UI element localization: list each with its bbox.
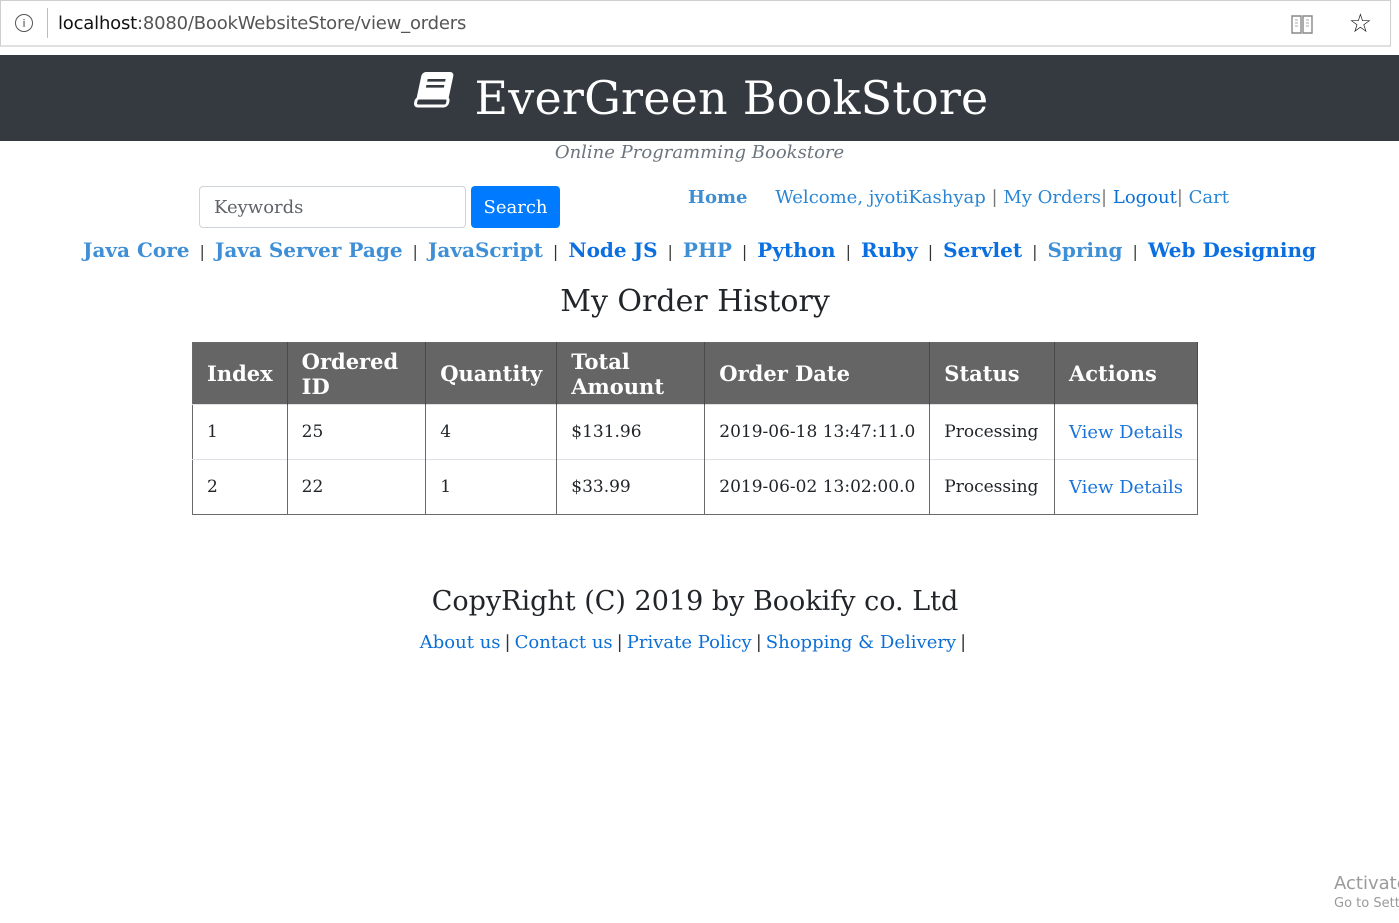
view-details-link[interactable]: View Details xyxy=(1069,422,1183,443)
cell-index: 2 xyxy=(192,459,288,515)
category-separator: | xyxy=(927,242,934,261)
favorite-star-icon[interactable]: ☆ xyxy=(1349,9,1372,39)
welcome-user-link[interactable]: Welcome, jyotiKashyap xyxy=(775,187,986,208)
cell-total-amount: $131.96 xyxy=(556,404,706,460)
reader-view-icon[interactable] xyxy=(1290,13,1314,35)
footer-link[interactable]: Private Policy xyxy=(627,632,752,653)
brand-title[interactable]: EverGreen BookStore xyxy=(475,71,989,125)
cell-quantity: 4 xyxy=(425,404,558,460)
column-header-index: Index xyxy=(192,342,288,405)
category-link[interactable]: Servlet xyxy=(943,238,1022,262)
address-separator xyxy=(47,8,48,38)
cell-status: Processing xyxy=(929,404,1055,460)
category-link[interactable]: PHP xyxy=(683,238,732,262)
category-separator: | xyxy=(199,242,205,261)
footer-link[interactable]: About us xyxy=(420,632,501,653)
footer-separator: | xyxy=(755,632,762,653)
category-separator: | xyxy=(741,242,748,261)
cell-actions: View Details xyxy=(1054,459,1199,515)
cell-status: Processing xyxy=(929,459,1055,515)
view-details-link[interactable]: View Details xyxy=(1069,477,1183,498)
category-link[interactable]: Node JS xyxy=(568,238,657,262)
cell-order-id: 22 xyxy=(287,459,427,515)
column-header-quantity: Quantity xyxy=(425,342,558,405)
search-input[interactable] xyxy=(199,186,466,228)
watermark-line-2: Go to Settings xyxy=(1334,896,1399,911)
category-link[interactable]: Python xyxy=(757,238,835,262)
column-header-total-amount: Total Amount xyxy=(556,342,706,405)
site-header: EverGreen BookStore xyxy=(0,55,1399,141)
my-orders-link[interactable]: My Orders xyxy=(1003,187,1101,208)
logout-link[interactable]: Logout xyxy=(1113,187,1177,208)
category-link[interactable]: Ruby xyxy=(861,238,918,262)
nav-separator: | xyxy=(991,187,998,208)
category-link[interactable]: JavaScript xyxy=(428,238,543,262)
column-header-order-date: Order Date xyxy=(704,342,931,405)
category-link[interactable]: Java Server Page xyxy=(215,238,403,262)
category-link[interactable]: Spring xyxy=(1047,238,1122,262)
nav-separator: | xyxy=(1101,187,1108,208)
cell-quantity: 1 xyxy=(425,459,558,515)
search-button[interactable]: Search xyxy=(471,186,560,228)
copyright-text: CopyRight (C) 2019 by Bookify co. Ltd xyxy=(431,586,959,617)
info-icon[interactable]: i xyxy=(15,14,33,32)
category-link[interactable]: Java Core xyxy=(83,238,189,262)
category-separator: | xyxy=(412,242,418,261)
table-row: 1 25 4 $131.96 2019-06-18 13:47:11.0 Pro… xyxy=(192,404,1199,460)
browser-address-bar: i localhost:8080/BookWebsiteStore/view_o… xyxy=(0,0,1391,47)
table-header-row: Index Ordered ID Quantity Total Amount O… xyxy=(192,342,1199,405)
footer-separator: | xyxy=(504,632,511,653)
cell-order-id: 25 xyxy=(287,404,427,460)
table-row: 2 22 1 $33.99 2019-06-02 13:02:00.0 Proc… xyxy=(192,459,1199,515)
top-nav: Home Welcome, jyotiKashyap | My Orders| … xyxy=(688,187,1229,208)
cart-link[interactable]: Cart xyxy=(1189,187,1229,208)
footer-link[interactable]: Contact us xyxy=(515,632,613,653)
url-host: localhost xyxy=(58,12,137,34)
windows-activation-watermark: Activate Go to Settings xyxy=(1334,873,1399,911)
cell-order-date: 2019-06-02 13:02:00.0 xyxy=(704,459,931,515)
orders-table: Index Ordered ID Quantity Total Amount O… xyxy=(192,342,1199,515)
cell-index: 1 xyxy=(192,404,288,460)
column-header-actions: Actions xyxy=(1054,342,1199,405)
category-separator: | xyxy=(845,242,851,261)
home-link[interactable]: Home xyxy=(688,187,748,208)
footer-link[interactable]: Shopping & Delivery xyxy=(766,632,956,653)
page-title: My Order History xyxy=(560,284,830,319)
book-icon xyxy=(413,72,453,108)
category-separator: | xyxy=(1132,242,1138,261)
watermark-line-1: Activate xyxy=(1334,873,1399,894)
column-header-ordered-id: Ordered ID xyxy=(287,342,427,405)
column-header-status: Status xyxy=(929,342,1055,405)
cell-actions: View Details xyxy=(1054,404,1199,460)
category-separator: | xyxy=(552,242,559,261)
category-separator: | xyxy=(667,242,673,261)
url-path: :8080/BookWebsiteStore/view_orders xyxy=(137,12,467,34)
nav-separator: | xyxy=(1176,187,1183,208)
url-field[interactable]: localhost:8080/BookWebsiteStore/view_ord… xyxy=(58,13,466,34)
cell-total-amount: $33.99 xyxy=(556,459,706,515)
cell-order-date: 2019-06-18 13:47:11.0 xyxy=(704,404,931,460)
footer-separator: | xyxy=(960,632,967,653)
category-link[interactable]: Web Designing xyxy=(1148,238,1316,262)
footer-separator: | xyxy=(616,632,623,653)
tagline: Online Programming Bookstore xyxy=(554,142,845,163)
footer-links: About us | Contact us | Private Policy | Shopp… xyxy=(0,632,1390,653)
category-nav: Java Core | Java Server Page | JavaScript | No… xyxy=(0,238,1399,262)
category-separator: | xyxy=(1032,242,1038,261)
